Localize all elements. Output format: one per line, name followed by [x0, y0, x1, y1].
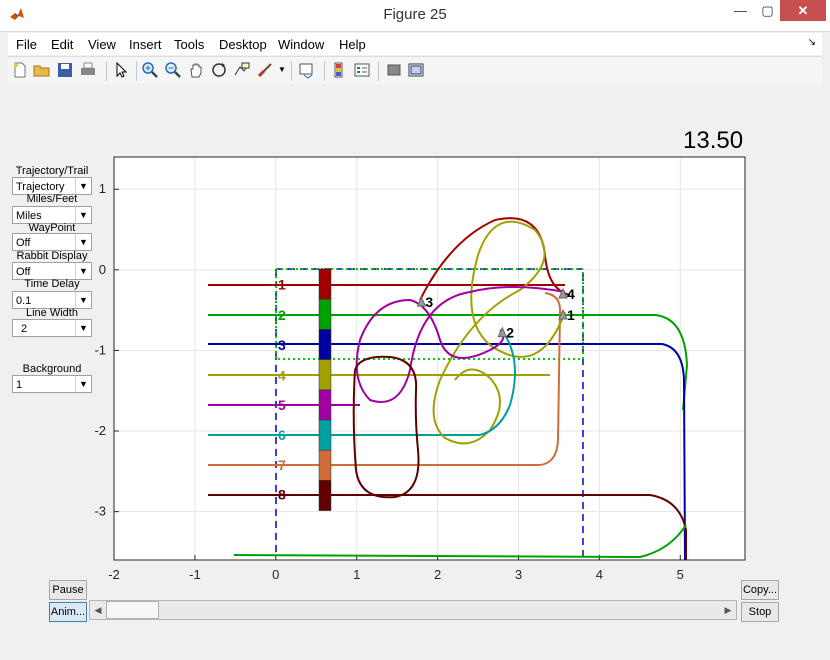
chevron-down-icon: ▼: [75, 234, 91, 250]
line-width-label: Line Width: [26, 307, 78, 319]
chevron-right-icon[interactable]: ▶: [720, 601, 736, 619]
data-cursor-icon[interactable]: [233, 61, 251, 79]
figure-toolbar: ▼: [8, 56, 822, 85]
title-bar: Figure 25 — ▢ ✕: [0, 0, 830, 32]
copy-button[interactable]: Copy...: [741, 580, 779, 600]
show-plot-tools-icon[interactable]: [407, 61, 425, 79]
menu-desktop[interactable]: Desktop: [219, 37, 267, 52]
menu-tools[interactable]: Tools: [174, 37, 204, 52]
chevron-down-icon: ▼: [75, 207, 91, 223]
chevron-down-icon: ▼: [75, 376, 91, 392]
print-icon[interactable]: [79, 61, 97, 79]
colorbar-icon[interactable]: [330, 61, 348, 79]
pause-button[interactable]: Pause: [49, 580, 87, 600]
hide-plot-tools-icon[interactable]: [385, 61, 403, 79]
new-figure-icon[interactable]: [11, 61, 29, 79]
brush-icon[interactable]: [256, 61, 274, 79]
pointer-icon[interactable]: [112, 61, 130, 79]
menu-view[interactable]: View: [88, 37, 116, 52]
rabbit-display-label: Rabbit Display: [16, 250, 88, 262]
zoom-out-icon[interactable]: [164, 61, 182, 79]
save-icon[interactable]: [56, 61, 74, 79]
time-delay-label: Time Delay: [24, 278, 80, 290]
line-width-select[interactable]: 2 ▼: [12, 319, 92, 337]
link-plot-icon[interactable]: [298, 61, 316, 79]
menu-window[interactable]: Window: [278, 37, 324, 52]
chevron-down-icon: ▼: [75, 263, 91, 279]
rotate-icon[interactable]: [210, 61, 228, 79]
elapsed-time: 13.50: [683, 127, 744, 154]
maximize-button[interactable]: ▢: [754, 0, 781, 21]
slider-thumb[interactable]: [106, 601, 159, 619]
background-select[interactable]: 1 ▼: [12, 375, 92, 393]
menu-insert[interactable]: Insert: [129, 37, 162, 52]
anim-button[interactable]: Anim...: [49, 602, 87, 622]
chevron-down-icon: ▼: [75, 292, 91, 308]
pan-icon[interactable]: [187, 61, 205, 79]
undock-icon[interactable]: ↘: [808, 37, 816, 48]
chevron-down-icon: ▼: [75, 320, 91, 336]
waypoint-select[interactable]: Off ▼: [12, 233, 92, 251]
time-slider[interactable]: ◀ ▶: [89, 600, 737, 620]
trajectory-label: Trajectory/Trail: [15, 165, 89, 177]
chevron-down-icon[interactable]: ▼: [278, 65, 286, 74]
menu-edit[interactable]: Edit: [51, 37, 73, 52]
background-label: Background: [22, 363, 82, 375]
menu-file[interactable]: File: [16, 37, 37, 52]
units-label: Miles/Feet: [26, 193, 78, 205]
close-button[interactable]: ✕: [780, 0, 826, 21]
stop-button[interactable]: Stop: [741, 602, 779, 622]
menu-help[interactable]: Help: [339, 37, 366, 52]
zoom-in-icon[interactable]: [141, 61, 159, 79]
figure-canvas: [8, 84, 822, 652]
menu-bar: File Edit View Insert Tools Desktop Wind…: [8, 33, 822, 55]
legend-icon[interactable]: [353, 61, 371, 79]
open-file-icon[interactable]: [33, 61, 51, 79]
chevron-down-icon: ▼: [75, 178, 91, 194]
chevron-left-icon[interactable]: ◀: [90, 601, 106, 619]
window-title: Figure 25: [383, 6, 447, 23]
minimize-button[interactable]: —: [727, 0, 754, 21]
